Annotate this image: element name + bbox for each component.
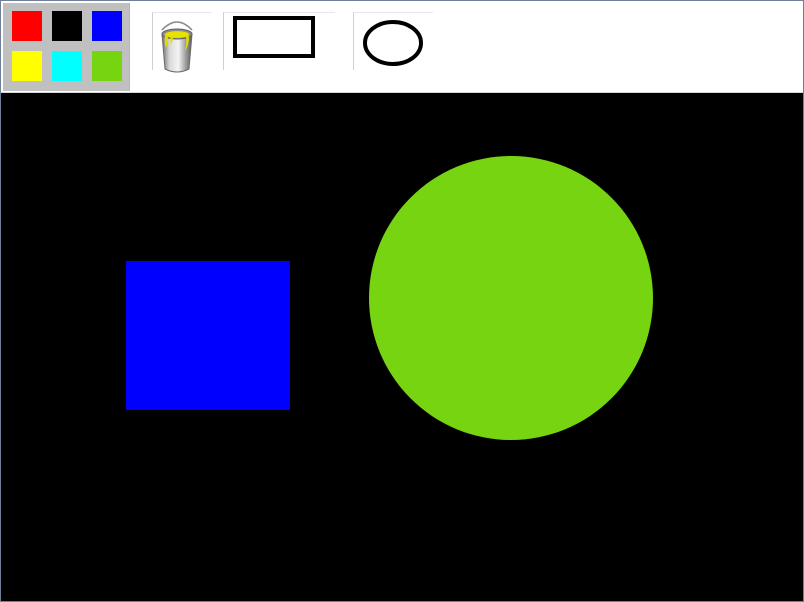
color-swatch-red[interactable] xyxy=(12,11,42,41)
paint-bucket-icon xyxy=(161,21,193,73)
color-palette xyxy=(3,3,130,91)
color-swatch-black[interactable] xyxy=(52,11,82,41)
rectangle-tool-button[interactable] xyxy=(223,12,335,70)
toolbar xyxy=(1,1,803,93)
green-circle-shape xyxy=(369,156,653,440)
rectangle-icon xyxy=(233,16,315,58)
drawing-canvas[interactable] xyxy=(1,93,803,601)
paint-app-window xyxy=(0,0,804,602)
color-swatch-blue[interactable] xyxy=(92,11,122,41)
color-swatch-yellow[interactable] xyxy=(12,51,42,81)
color-swatch-cyan[interactable] xyxy=(52,51,82,81)
color-swatch-green[interactable] xyxy=(92,51,122,81)
fill-tool-button[interactable] xyxy=(152,12,212,73)
blue-rectangle-shape xyxy=(126,261,290,410)
ellipse-icon xyxy=(363,20,423,66)
ellipse-tool-button[interactable] xyxy=(353,12,433,70)
